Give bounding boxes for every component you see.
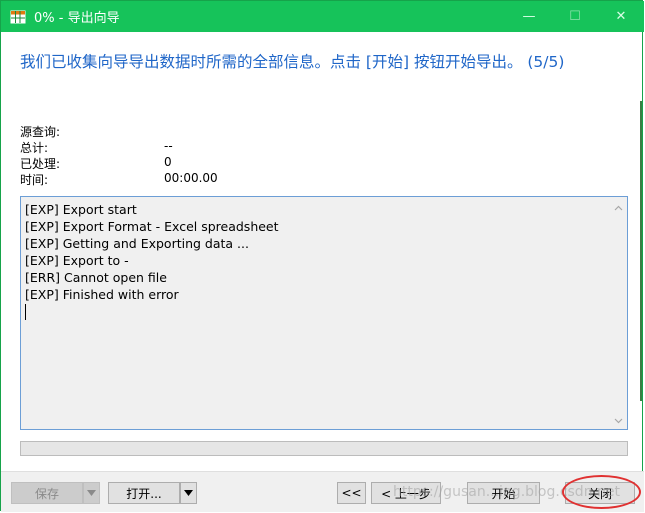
background-window-edge <box>640 101 642 401</box>
page-heading: 我们已收集向导导出数据时所需的全部信息。点击 [开始] 按钮开始导出。 (5/5… <box>20 53 565 71</box>
log-line: [EXP] Export Format - Excel spreadsheet <box>25 219 279 234</box>
window-controls: — ☐ ✕ <box>506 1 644 32</box>
export-wizard-window: 0% - 导出向导 — ☐ ✕ 我们已收集向导导出数据时所需的全部信息。点击 [… <box>0 0 644 512</box>
chevron-down-icon[interactable] <box>610 412 627 429</box>
info-row-time: 时间: 00:00.00 <box>20 171 218 187</box>
start-button[interactable]: 开始 <box>467 482 540 504</box>
triangle-down-icon <box>184 490 193 496</box>
total-label: 总计: <box>20 141 49 155</box>
total-value: -- <box>164 139 173 153</box>
close-button[interactable]: 关闭 <box>565 482 635 504</box>
log-scrollbar[interactable] <box>610 197 627 429</box>
time-label: 时间: <box>20 173 49 187</box>
log-lines: [EXP] Export start [EXP] Export Format -… <box>25 201 279 320</box>
open-button[interactable]: 打开... <box>108 482 180 504</box>
export-info: 源查询: 总计: -- 已处理: 0 时间: 00:00.00 <box>20 123 218 187</box>
info-row-total: 总计: -- <box>20 139 218 155</box>
save-dropdown-button[interactable] <box>83 482 100 504</box>
save-button[interactable]: 保存 <box>11 482 83 504</box>
window-title: 0% - 导出向导 <box>34 11 120 26</box>
log-line: [EXP] Finished with error <box>25 287 179 302</box>
source-query-label: 源查询: <box>20 125 61 139</box>
minimize-button[interactable]: — <box>506 1 552 32</box>
text-caret <box>25 304 26 320</box>
close-window-button[interactable]: ✕ <box>598 1 644 32</box>
first-step-button[interactable]: << <box>337 482 366 504</box>
title-bar[interactable]: 0% - 导出向导 — ☐ ✕ <box>1 1 644 32</box>
processed-label: 已处理: <box>20 157 61 171</box>
log-line: [EXP] Export start <box>25 202 137 217</box>
time-value: 00:00.00 <box>164 171 218 185</box>
chevron-up-icon[interactable] <box>610 199 627 216</box>
log-line: [EXP] Getting and Exporting data ... <box>25 236 249 251</box>
previous-step-button[interactable]: < 上一步 <box>371 482 441 504</box>
open-dropdown-button[interactable] <box>180 482 197 504</box>
info-row-processed: 已处理: 0 <box>20 155 218 171</box>
log-line: [EXP] Export to - <box>25 253 129 268</box>
info-row-source-query: 源查询: <box>20 123 218 139</box>
table-grid-icon <box>10 9 26 25</box>
processed-value: 0 <box>164 155 172 169</box>
log-textarea[interactable]: [EXP] Export start [EXP] Export Format -… <box>20 196 628 430</box>
triangle-down-icon <box>87 490 96 496</box>
maximize-button[interactable]: ☐ <box>552 1 598 32</box>
log-line: [ERR] Cannot open file <box>25 270 167 285</box>
export-progress-bar <box>20 441 628 456</box>
button-bar: 保存 打开... << < 上一步 开始 关闭 <box>1 471 644 512</box>
